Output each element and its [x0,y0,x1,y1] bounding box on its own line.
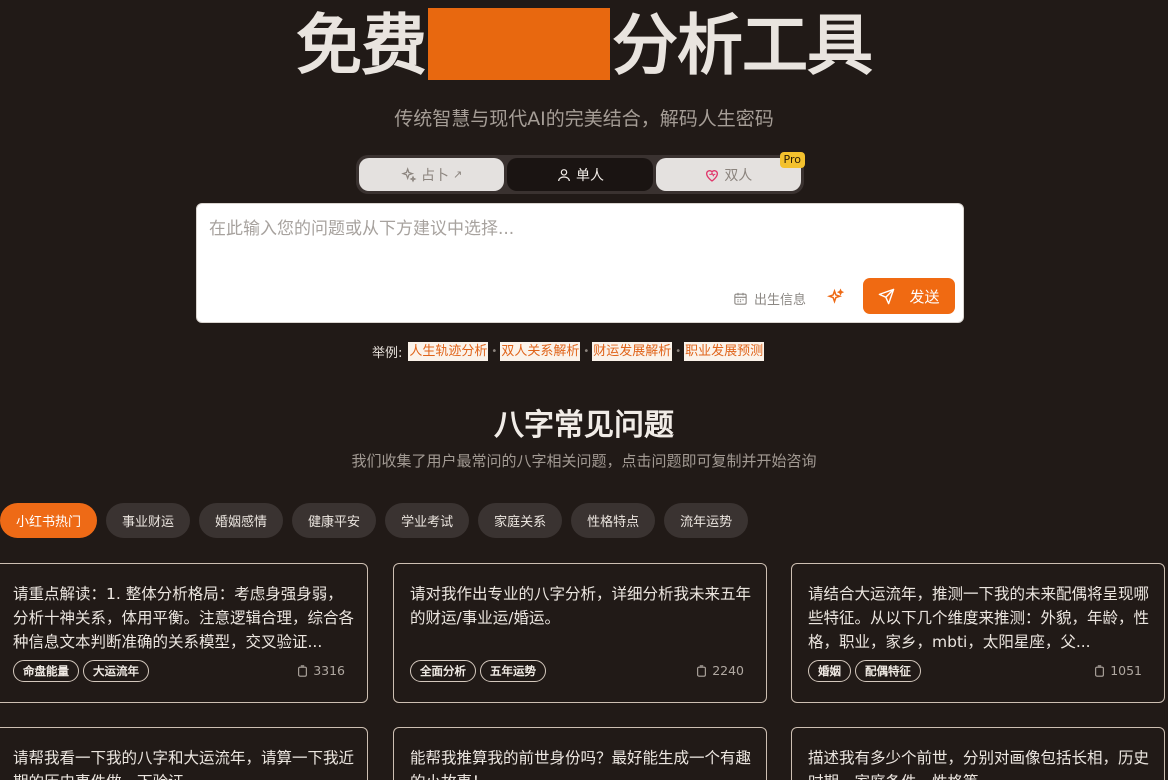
tab-couple-label: 双人 [724,167,753,184]
category-tab-family[interactable]: 家庭关系 [478,503,563,538]
question-input[interactable] [209,214,949,274]
question-tag: 五年运势 [480,660,546,682]
tab-single-label: 单人 [575,167,604,184]
category-tab-career-wealth[interactable]: 事业财运 [106,503,191,538]
question-card[interactable]: 能帮我推算我的前世身份吗？最好能生成一个有趣的小故事！ [393,727,767,780]
question-tag: 配偶特征 [855,660,921,682]
separator: • [491,346,498,357]
category-tab-study[interactable]: 学业考试 [385,503,470,538]
question-text: 请结合大运流年，推测一下我的未来配偶将呈现哪些特征。从以下几个维度来推测：外貌，… [808,585,1150,651]
example-chip[interactable]: 财运发展解析 [592,342,673,361]
example-chip[interactable]: 人生轨迹分析 [408,342,489,361]
external-link-icon: ↗ [453,168,463,181]
user-icon [558,168,570,181]
copy-icon [298,664,308,677]
category-tab-personality[interactable]: 性格特点 [571,503,656,538]
question-tags: 全面分析 五年运势 [410,660,546,682]
question-card[interactable]: 请结合大运流年，推测一下我的未来配偶将呈现哪些特征。从以下几个维度来推测：外貌，… [791,563,1165,703]
redacted-block [428,8,610,80]
copy-icon [697,664,707,677]
send-icon [879,288,895,304]
hero-title: 免费 分析工具 [0,8,1168,84]
copy-count: 1051 [1094,663,1142,678]
hero-title-left: 免费 [296,7,427,84]
tab-single[interactable]: 单人 [507,158,653,191]
heart-icon [706,169,719,182]
category-tab-marriage[interactable]: 婚姻感情 [199,503,284,538]
copy-count: 2240 [696,663,744,678]
question-tags: 命盘能量 大运流年 [13,660,149,682]
question-card[interactable]: 请对我作出专业的八字分析，详细分析我未来五年的财运/事业运/婚运。 全面分析 五… [393,563,767,703]
tab-couple[interactable]: 双人 Pro [655,152,805,191]
query-box: 出生信息 发送 [196,203,964,323]
category-tab-yearly-fortune[interactable]: 流年运势 [664,503,749,538]
copy-count-value: 1051 [1110,663,1142,678]
question-text: 能帮我推算我的前世身份吗？最好能生成一个有趣的小故事！ [410,749,752,780]
faq-title: 八字常见问题 [494,408,674,443]
example-chip[interactable]: 职业发展预测 [684,342,765,361]
sparkle-icon [401,166,417,183]
examples-prefix: 举例: [372,346,403,361]
separator: • [675,346,682,357]
question-card[interactable]: 请重点解读：1. 整体分析格局：考虑身强身弱，分析十神关系，体用平衡。注意逻辑合… [0,563,368,703]
question-text: 请重点解读：1. 整体分析格局：考虑身强身弱，分析十神关系，体用平衡。注意逻辑合… [13,585,355,651]
calendar-icon [734,292,747,305]
tab-divination[interactable]: 占卜 ↗ [359,158,505,191]
category-tabs: 小红书热门 事业财运 婚姻感情 健康平安 学业考试 家庭关系 性格特点 流年运势 [0,503,749,538]
question-tag: 大运流年 [83,660,149,682]
birth-info-label: 出生信息 [754,292,807,308]
ai-sparkle-icon[interactable] [827,288,845,306]
copy-icon [1095,664,1105,677]
question-tag: 婚姻 [808,660,851,682]
tab-divination-label: 占卜 [421,167,450,184]
send-button[interactable]: 发送 [863,278,955,314]
question-card[interactable]: 请帮我看一下我的八字和大运流年，请算一下我近期的历史事件做一下验证 [0,727,368,780]
hero-subtitle: 传统智慧与现代AI的完美结合，解码人生密码 [394,108,774,130]
send-label: 发送 [909,287,940,306]
question-text: 请对我作出专业的八字分析，详细分析我未来五年的财运/事业运/婚运。 [410,585,752,627]
question-card[interactable]: 描述我有多少个前世，分别对画像包括长相，历史时期，家庭条件，性格等 [791,727,1165,780]
faq-subtitle: 我们收集了用户最常问的八字相关问题，点击问题即可复制并开始咨询 [351,452,817,470]
question-tag: 命盘能量 [13,660,79,682]
copy-count: 3316 [297,663,345,678]
hero-title-right: 分析工具 [612,7,873,84]
question-text: 请帮我看一下我的八字和大运流年，请算一下我近期的历史事件做一下验证 [13,749,355,780]
category-tab-health[interactable]: 健康平安 [292,503,377,538]
separator: • [583,346,590,357]
question-tags: 婚姻 配偶特征 [808,660,921,682]
question-tag: 全面分析 [410,660,476,682]
mode-switch: 占卜 ↗ 单人 双人 Pro [356,152,805,194]
birth-info-button[interactable]: 出生信息 [733,288,806,308]
example-chip[interactable]: 双人关系解析 [500,342,581,361]
example-prompts: 举例: 人生轨迹分析 • 双人关系解析 • 财运发展解析 • 职业发展预测 [372,342,765,361]
pro-badge: Pro [779,152,805,168]
copy-count-value: 3316 [313,663,345,678]
question-text: 描述我有多少个前世，分别对画像包括长相，历史时期，家庭条件，性格等 [808,749,1150,780]
copy-count-value: 2240 [712,663,744,678]
category-tab-xiaohongshu[interactable]: 小红书热门 [0,503,98,538]
